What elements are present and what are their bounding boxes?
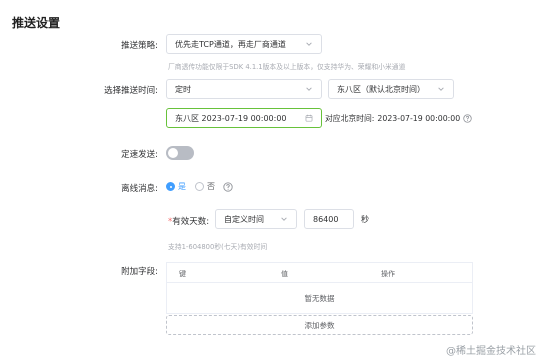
beijing-time-row: 对应北京时间: 2023-07-19 00:00:00 xyxy=(325,113,472,124)
offline-label: 离线消息: xyxy=(121,184,158,194)
datetime-value: 东八区 2023-07-19 00:00:00 xyxy=(175,113,287,123)
validity-seconds-input[interactable]: 86400 xyxy=(304,209,354,229)
add-parameter-button[interactable]: 添加参数 xyxy=(166,315,473,335)
offline-yes-radio[interactable] xyxy=(166,182,175,191)
watermark: @稀土掘金技术社区 xyxy=(446,346,536,357)
offline-radio-group: 是 否 xyxy=(166,181,233,192)
extra-fields-table: 键 值 操作 暂无数据 xyxy=(166,262,473,314)
beijing-time-label: 对应北京时间: xyxy=(325,114,375,123)
add-parameter-label: 添加参数 xyxy=(304,320,335,330)
toggle-knob xyxy=(168,148,178,158)
beijing-time-value: 2023-07-19 00:00:00 xyxy=(377,114,461,123)
validity-seconds-value: 86400 xyxy=(313,214,339,224)
rate-label: 定速发送: xyxy=(121,150,158,160)
offline-yes-label[interactable]: 是 xyxy=(178,181,186,192)
push-time-mode-select[interactable]: 定时 xyxy=(166,79,322,99)
column-header: 值 xyxy=(281,270,288,278)
chevron-down-icon xyxy=(306,42,312,46)
chevron-down-icon xyxy=(281,217,287,221)
help-icon[interactable] xyxy=(463,114,472,123)
table-header: 键 值 操作 xyxy=(167,263,472,283)
chevron-down-icon xyxy=(438,87,444,91)
strategy-hint: 厂商透传功能仅限于SDK 4.1.1版本及以上版本，仅支持华为、荣耀和小米通道 xyxy=(168,63,406,71)
validity-label: 有效天数: xyxy=(172,217,210,227)
help-icon[interactable] xyxy=(223,181,233,192)
push-time-label: 选择推送时间: xyxy=(104,86,158,96)
offline-no-label[interactable]: 否 xyxy=(207,181,215,192)
validity-mode-select[interactable]: 自定义时间 xyxy=(215,209,297,229)
validity-hint: 支持1-604800秒(七天)有效时间 xyxy=(168,243,268,251)
offline-no-radio[interactable] xyxy=(195,182,204,191)
push-time-mode-value: 定时 xyxy=(175,84,191,94)
seconds-unit: 秒 xyxy=(361,215,369,224)
validity-mode-value: 自定义时间 xyxy=(224,214,264,224)
rate-toggle[interactable] xyxy=(166,146,194,160)
validity-label-row: *有效天数: xyxy=(168,215,209,227)
strategy-label: 推送策略: xyxy=(121,41,158,51)
page-title: 推送设置 xyxy=(12,16,61,30)
calendar-icon xyxy=(305,114,313,122)
empty-text: 暂无数据 xyxy=(304,294,335,303)
column-header: 操作 xyxy=(381,270,395,278)
datetime-picker[interactable]: 东八区 2023-07-19 00:00:00 xyxy=(166,108,322,128)
timezone-value: 东八区（默认北京时间） xyxy=(337,84,425,94)
strategy-select-value: 优先走TCP通道，再走厂商通道 xyxy=(175,39,286,49)
timezone-select[interactable]: 东八区（默认北京时间） xyxy=(328,79,454,99)
chevron-down-icon xyxy=(306,87,312,91)
extra-label: 附加字段: xyxy=(121,267,158,277)
strategy-select[interactable]: 优先走TCP通道，再走厂商通道 xyxy=(166,34,322,54)
column-header: 键 xyxy=(179,270,186,278)
